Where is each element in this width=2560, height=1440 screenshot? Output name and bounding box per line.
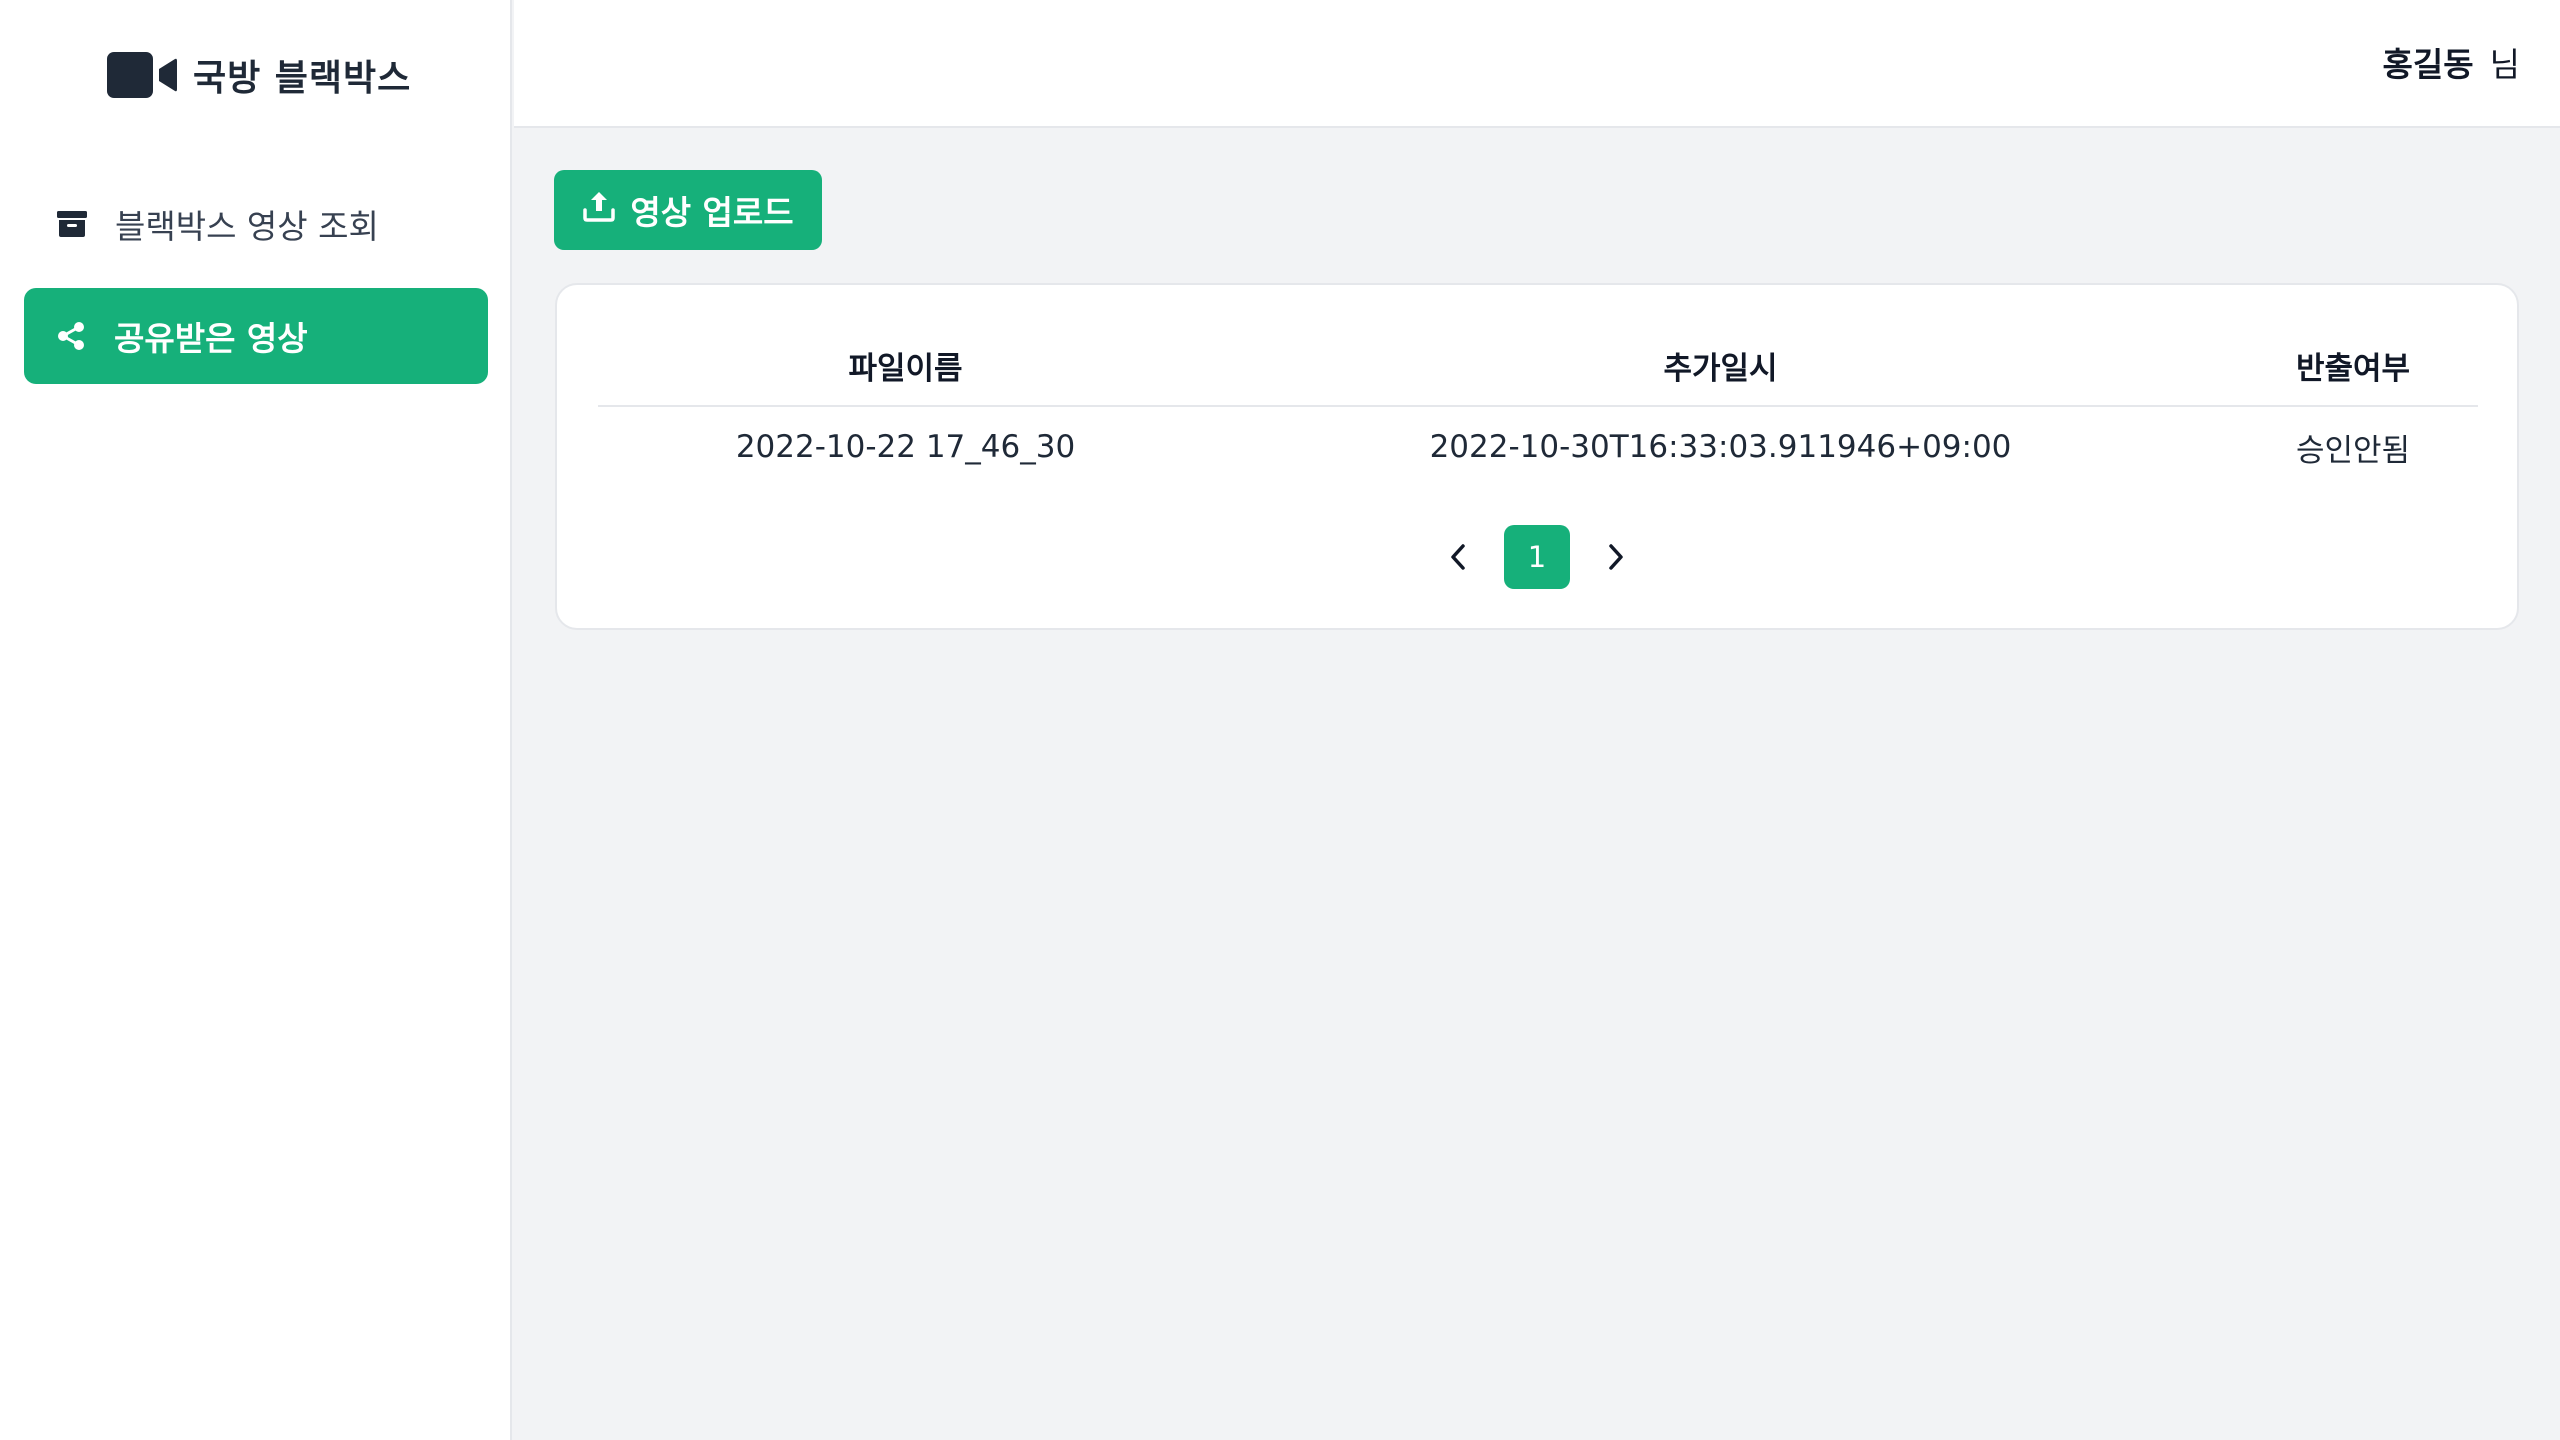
shared-videos-card: 파일이름 추가일시 반출여부 2022-10-22 17_46_30 2022-… <box>555 283 2519 630</box>
cell-added-at: 2022-10-30T16:33:03.911946+09:00 <box>1429 429 2012 465</box>
user-name: 홍길동 <box>2382 45 2474 84</box>
sidebar-item-shared-videos[interactable]: 공유받은 영상 <box>24 288 488 384</box>
column-header-filename: 파일이름 <box>598 325 1213 407</box>
page-button-current[interactable]: 1 <box>1504 525 1570 589</box>
top-header: 홍길동 님 <box>514 0 2560 128</box>
sidebar-item-label: 공유받은 영상 <box>114 319 308 358</box>
share-icon <box>54 319 88 353</box>
table-header-row: 파일이름 추가일시 반출여부 <box>598 325 2478 407</box>
upload-video-button[interactable]: 영상 업로드 <box>554 170 822 250</box>
sidebar-item-blackbox-videos[interactable]: 블랙박스 영상 조회 <box>24 176 488 272</box>
column-header-added-at: 추가일시 <box>1213 325 2228 407</box>
cell-filename: 2022-10-22 17_46_30 <box>735 429 1076 465</box>
next-page-button[interactable] <box>1592 525 1640 589</box>
table-row[interactable]: 2022-10-22 17_46_30 2022-10-30T16:33:03.… <box>598 406 2478 487</box>
video-camera-icon <box>107 52 177 98</box>
chevron-right-icon <box>1609 544 1623 570</box>
brand-logo[interactable]: 국방 블랙박스 <box>107 50 411 100</box>
chevron-left-icon <box>1451 544 1465 570</box>
shared-videos-table: 파일이름 추가일시 반출여부 2022-10-22 17_46_30 2022-… <box>598 325 2478 487</box>
archive-box-icon <box>55 207 89 241</box>
brand-name: 국방 블랙박스 <box>193 58 412 99</box>
column-header-export-status: 반출여부 <box>2228 325 2478 407</box>
sidebar-nav: 블랙박스 영상 조회 공유받은 영상 <box>24 176 488 400</box>
prev-page-button[interactable] <box>1434 525 1482 589</box>
sidebar: 국방 블랙박스 블랙박스 영상 조회 공유받은 영상 <box>0 0 512 1440</box>
pagination: 1 <box>557 525 2517 589</box>
cell-export-status: 승인안됨 <box>2295 432 2411 469</box>
user-greeting[interactable]: 홍길동 님 <box>2383 38 2520 86</box>
upload-button-label: 영상 업로드 <box>630 193 794 232</box>
upload-icon <box>582 189 616 231</box>
sidebar-item-label: 블랙박스 영상 조회 <box>115 207 379 246</box>
user-suffix: 님 <box>2489 45 2520 84</box>
app-root: 국방 블랙박스 블랙박스 영상 조회 공유받은 영상 홍길동 님 영상 업로드 … <box>0 0 2560 1440</box>
